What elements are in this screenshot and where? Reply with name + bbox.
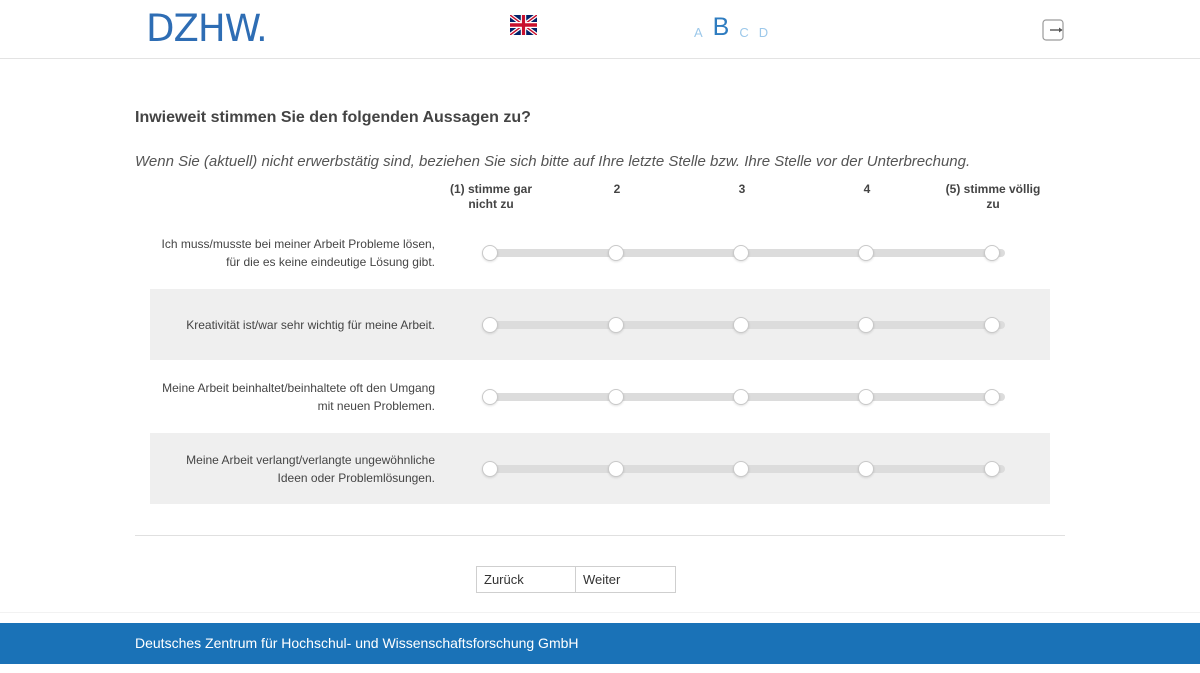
footer-bar: Deutsches Zentrum für Hochschul- und Wis… xyxy=(0,623,1200,664)
footer-separator xyxy=(0,612,1200,613)
scale-label-5: (5) stimme völlig zu xyxy=(945,182,1041,211)
slider-stop-3[interactable] xyxy=(733,316,749,333)
slider-stop-2[interactable] xyxy=(608,316,624,333)
dzhw-logo[interactable]: DZHW. xyxy=(146,9,268,49)
slider-stop-4[interactable] xyxy=(858,316,874,333)
logout-icon[interactable] xyxy=(1042,19,1064,41)
scale-label-3: 3 xyxy=(738,182,746,196)
slider-stop-4[interactable] xyxy=(858,388,874,405)
question-instruction: Wenn Sie (aktuell) nicht erwerbstätig si… xyxy=(135,153,971,170)
slider-stop-5[interactable] xyxy=(984,460,1000,477)
slider-stop-5[interactable] xyxy=(984,244,1000,261)
back-button[interactable]: Zurück xyxy=(476,566,576,593)
rating-slider-2[interactable] xyxy=(482,316,1005,333)
slider-stop-2[interactable] xyxy=(608,460,624,477)
item-label: Meine Arbeit verlangt/verlangte ungewöhn… xyxy=(186,452,435,485)
font-size-d[interactable]: D xyxy=(759,26,768,40)
scale-label-2: 2 xyxy=(613,182,621,196)
next-button[interactable]: Weiter xyxy=(576,566,676,593)
rating-slider-3[interactable] xyxy=(482,388,1005,405)
font-size-switcher: A B C D xyxy=(694,10,768,40)
rating-slider-4[interactable] xyxy=(482,460,1005,477)
footer-organization: Deutsches Zentrum für Hochschul- und Wis… xyxy=(135,635,579,651)
scale-label-4: 4 xyxy=(863,182,871,196)
question-title: Inwieweit stimmen Sie den folgenden Auss… xyxy=(135,109,531,126)
slider-stop-1[interactable] xyxy=(482,388,498,405)
item-label: Ich muss/musste bei meiner Arbeit Proble… xyxy=(161,236,435,269)
slider-stop-5[interactable] xyxy=(984,388,1000,405)
header-bar: DZHW. A B C D xyxy=(0,0,1200,59)
item-row-4: Meine Arbeit verlangt/verlangte ungewöhn… xyxy=(150,433,1050,504)
slider-stop-4[interactable] xyxy=(858,244,874,261)
rating-slider-1[interactable] xyxy=(482,244,1005,261)
uk-flag-icon[interactable] xyxy=(510,15,537,35)
item-row-3: Meine Arbeit beinhaltet/beinhaltete oft … xyxy=(150,361,1050,432)
slider-stop-3[interactable] xyxy=(733,460,749,477)
item-row-2: Kreativität ist/war sehr wichtig für mei… xyxy=(150,289,1050,360)
scale-label-1: (1) stimme gar nicht zu xyxy=(449,182,533,211)
slider-stop-3[interactable] xyxy=(733,244,749,261)
item-label: Kreativität ist/war sehr wichtig für mei… xyxy=(186,317,435,332)
slider-stop-3[interactable] xyxy=(733,388,749,405)
slider-stop-4[interactable] xyxy=(858,460,874,477)
slider-stop-2[interactable] xyxy=(608,244,624,261)
slider-stop-2[interactable] xyxy=(608,388,624,405)
page-navigation: Zurück Weiter xyxy=(476,566,676,593)
slider-stop-1[interactable] xyxy=(482,244,498,261)
section-divider xyxy=(135,535,1065,536)
font-size-c[interactable]: C xyxy=(739,26,748,40)
item-label: Meine Arbeit beinhaltet/beinhaltete oft … xyxy=(162,380,435,413)
font-size-b[interactable]: B xyxy=(713,14,730,40)
slider-stop-5[interactable] xyxy=(984,316,1000,333)
slider-stop-1[interactable] xyxy=(482,316,498,333)
font-size-a[interactable]: A xyxy=(694,26,703,40)
slider-stop-1[interactable] xyxy=(482,460,498,477)
item-row-1: Ich muss/musste bei meiner Arbeit Proble… xyxy=(150,217,1050,288)
